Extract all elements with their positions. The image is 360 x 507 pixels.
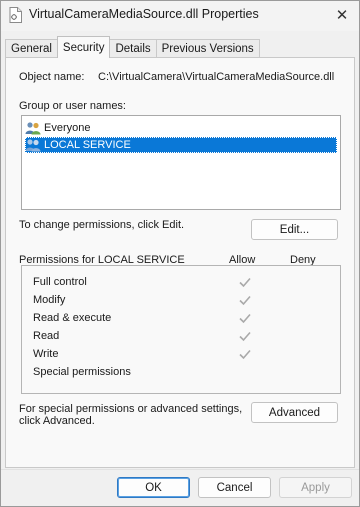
object-name-value: C:\VirtualCamera\VirtualCameraMediaSourc… bbox=[98, 71, 335, 83]
permissions-list: Full control Modify Read & execute Read … bbox=[21, 265, 341, 394]
permission-row: Read & execute bbox=[33, 309, 333, 327]
list-item-label: LOCAL SERVICE bbox=[44, 139, 131, 151]
permission-name: Write bbox=[33, 348, 59, 360]
properties-dialog: VirtualCameraMediaSource.dll Properties … bbox=[0, 0, 360, 507]
dialog-button-bar: OK Cancel Apply bbox=[1, 469, 359, 506]
tab-general[interactable]: General bbox=[5, 39, 58, 58]
tab-details[interactable]: Details bbox=[109, 39, 157, 58]
checkmark-icon bbox=[239, 313, 251, 324]
permission-name: Read bbox=[33, 330, 60, 342]
apply-button[interactable]: Apply bbox=[279, 477, 352, 498]
advanced-hint-line2: click Advanced. bbox=[19, 415, 95, 427]
users-icon bbox=[25, 122, 41, 135]
advanced-button[interactable]: Advanced bbox=[251, 402, 338, 423]
permission-row: Modify bbox=[33, 291, 333, 309]
group-names-label: Group or user names: bbox=[19, 100, 126, 112]
checkmark-icon bbox=[239, 331, 251, 342]
permission-row: Full control bbox=[33, 273, 333, 291]
permission-name: Full control bbox=[33, 276, 87, 288]
file-icon bbox=[9, 7, 22, 23]
object-name-label: Object name: bbox=[19, 71, 85, 83]
cancel-button[interactable]: Cancel bbox=[198, 477, 271, 498]
checkmark-icon bbox=[239, 349, 251, 360]
permission-name: Read & execute bbox=[33, 312, 112, 324]
list-item-everyone[interactable]: Everyone bbox=[25, 120, 90, 136]
edit-button[interactable]: Edit... bbox=[251, 219, 338, 240]
title-bar: VirtualCameraMediaSource.dll Properties … bbox=[1, 1, 359, 31]
tab-strip: General Security Details Previous Versio… bbox=[5, 36, 260, 58]
permission-name: Modify bbox=[33, 294, 66, 306]
tab-previous-versions[interactable]: Previous Versions bbox=[155, 39, 260, 58]
close-icon: ✕ bbox=[335, 7, 349, 24]
group-user-list[interactable]: Everyone LOCAL SERVICE bbox=[21, 115, 341, 210]
checkmark-icon bbox=[239, 277, 251, 288]
change-permissions-hint: To change permissions, click Edit. bbox=[19, 219, 185, 231]
list-item-label: Everyone bbox=[44, 122, 91, 134]
users-icon bbox=[25, 139, 41, 152]
tab-security[interactable]: Security bbox=[56, 36, 111, 58]
permission-row: Write bbox=[33, 345, 333, 363]
checkmark-icon bbox=[239, 295, 251, 306]
permission-name: Special permissions bbox=[33, 366, 131, 378]
permission-row: Read bbox=[33, 327, 333, 345]
list-item-local-service[interactable]: LOCAL SERVICE bbox=[25, 137, 337, 153]
security-panel: Object name: C:\VirtualCamera\VirtualCam… bbox=[5, 57, 355, 468]
permission-row: Special permissions bbox=[33, 363, 333, 381]
ok-button[interactable]: OK bbox=[117, 477, 190, 498]
close-button[interactable]: ✕ bbox=[331, 5, 353, 25]
window-title: VirtualCameraMediaSource.dll Properties bbox=[29, 7, 259, 21]
advanced-hint-line1: For special permissions or advanced sett… bbox=[19, 403, 243, 415]
